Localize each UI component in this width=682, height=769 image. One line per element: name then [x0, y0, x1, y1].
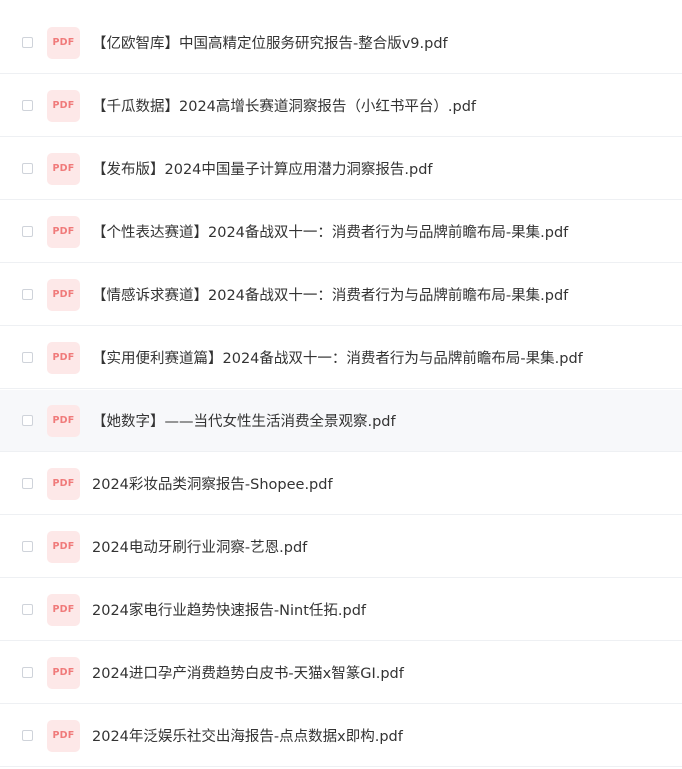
pdf-icon-label: PDF: [52, 667, 75, 678]
pdf-icon-label: PDF: [52, 37, 75, 48]
file-name-link[interactable]: 【个性表达赛道】2024备战双十一：消费者行为与品牌前瞻布局-果集.pdf: [92, 221, 568, 242]
file-row[interactable]: PDF 【个性表达赛道】2024备战双十一：消费者行为与品牌前瞻布局-果集.pd…: [0, 201, 682, 263]
file-name-link[interactable]: 【千瓜数据】2024高增长赛道洞察报告（小红书平台）.pdf: [92, 95, 476, 116]
pdf-icon-label: PDF: [52, 541, 75, 552]
pdf-file-icon: PDF: [47, 341, 80, 374]
pdf-file-icon: PDF: [47, 278, 80, 311]
file-row[interactable]: PDF 【情感诉求赛道】2024备战双十一：消费者行为与品牌前瞻布局-果集.pd…: [0, 264, 682, 326]
row-checkbox[interactable]: [22, 541, 33, 552]
pdf-icon-label: PDF: [52, 226, 75, 237]
file-row[interactable]: PDF 【千瓜数据】2024高增长赛道洞察报告（小红书平台）.pdf: [0, 75, 682, 137]
row-checkbox[interactable]: [22, 730, 33, 741]
file-row[interactable]: PDF 2024进口孕产消费趋势白皮书-天猫x智篆GI.pdf: [0, 642, 682, 704]
file-row[interactable]: PDF 2024彩妆品类洞察报告-Shopee.pdf: [0, 453, 682, 515]
row-checkbox[interactable]: [22, 226, 33, 237]
file-row-hovered[interactable]: PDF 【她数字】——当代女性生活消费全景观察.pdf: [0, 390, 682, 452]
row-checkbox[interactable]: [22, 37, 33, 48]
row-checkbox[interactable]: [22, 352, 33, 363]
pdf-file-icon: PDF: [47, 593, 80, 626]
file-row[interactable]: PDF 2024家电行业趋势快速报告-Nint任拓.pdf: [0, 579, 682, 641]
pdf-file-icon: PDF: [47, 719, 80, 752]
row-checkbox[interactable]: [22, 415, 33, 426]
file-row[interactable]: PDF 2024年泛娱乐社交出海报告-点点数据x即构.pdf: [0, 705, 682, 767]
row-checkbox[interactable]: [22, 604, 33, 615]
file-name-link[interactable]: 2024年泛娱乐社交出海报告-点点数据x即构.pdf: [92, 725, 403, 746]
file-name-link[interactable]: 【她数字】——当代女性生活消费全景观察.pdf: [92, 410, 396, 431]
pdf-file-icon: PDF: [47, 152, 80, 185]
file-name-link[interactable]: 【情感诉求赛道】2024备战双十一：消费者行为与品牌前瞻布局-果集.pdf: [92, 284, 568, 305]
pdf-icon-label: PDF: [52, 730, 75, 741]
file-row[interactable]: PDF 【实用便利赛道篇】2024备战双十一：消费者行为与品牌前瞻布局-果集.p…: [0, 327, 682, 389]
row-checkbox[interactable]: [22, 100, 33, 111]
file-name-link[interactable]: 2024彩妆品类洞察报告-Shopee.pdf: [92, 473, 333, 494]
file-row[interactable]: PDF 【亿欧智库】中国高精定位服务研究报告-整合版v9.pdf: [0, 12, 682, 74]
pdf-icon-label: PDF: [52, 604, 75, 615]
file-name-link[interactable]: 2024进口孕产消费趋势白皮书-天猫x智篆GI.pdf: [92, 662, 404, 683]
file-name-link[interactable]: 【亿欧智库】中国高精定位服务研究报告-整合版v9.pdf: [92, 32, 448, 53]
file-list: PDF 【亿欧智库】中国高精定位服务研究报告-整合版v9.pdf PDF 【千瓜…: [0, 0, 682, 769]
row-checkbox[interactable]: [22, 667, 33, 678]
pdf-icon-label: PDF: [52, 415, 75, 426]
file-name-link[interactable]: 2024家电行业趋势快速报告-Nint任拓.pdf: [92, 599, 366, 620]
pdf-icon-label: PDF: [52, 100, 75, 111]
pdf-file-icon: PDF: [47, 404, 80, 437]
pdf-icon-label: PDF: [52, 478, 75, 489]
pdf-file-icon: PDF: [47, 215, 80, 248]
pdf-icon-label: PDF: [52, 289, 75, 300]
file-name-link[interactable]: 2024电动牙刷行业洞察-艺恩.pdf: [92, 536, 307, 557]
pdf-file-icon: PDF: [47, 467, 80, 500]
row-checkbox[interactable]: [22, 478, 33, 489]
row-checkbox[interactable]: [22, 289, 33, 300]
pdf-file-icon: PDF: [47, 656, 80, 689]
row-checkbox[interactable]: [22, 163, 33, 174]
file-row[interactable]: PDF 2024电动牙刷行业洞察-艺恩.pdf: [0, 516, 682, 578]
pdf-file-icon: PDF: [47, 26, 80, 59]
file-name-link[interactable]: 【发布版】2024中国量子计算应用潜力洞察报告.pdf: [92, 158, 433, 179]
pdf-file-icon: PDF: [47, 89, 80, 122]
pdf-icon-label: PDF: [52, 352, 75, 363]
file-name-link[interactable]: 【实用便利赛道篇】2024备战双十一：消费者行为与品牌前瞻布局-果集.pdf: [92, 347, 583, 368]
file-row[interactable]: PDF 【发布版】2024中国量子计算应用潜力洞察报告.pdf: [0, 138, 682, 200]
pdf-file-icon: PDF: [47, 530, 80, 563]
pdf-icon-label: PDF: [52, 163, 75, 174]
